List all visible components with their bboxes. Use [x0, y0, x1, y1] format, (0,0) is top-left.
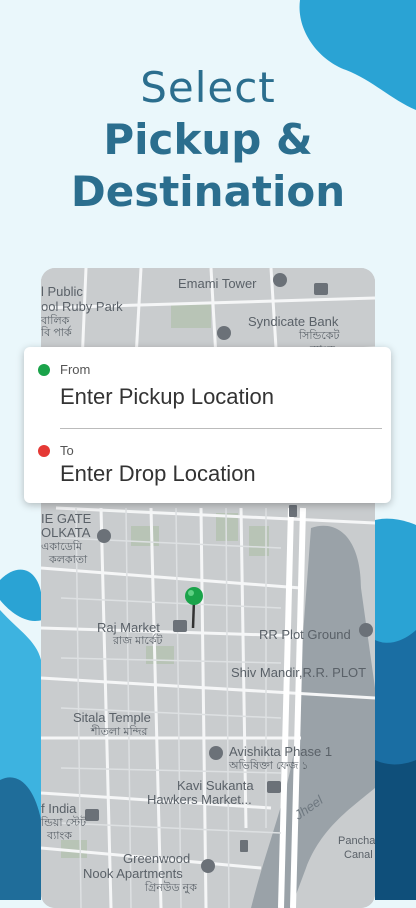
map-label-ruby-park: ool Ruby Park [41, 299, 123, 314]
map-label-greenwood-bn: গ্রিনউড নুক [145, 882, 197, 894]
map-label-raj-market: Raj Market [97, 620, 160, 635]
map-label-ruby-park-bn2: বি পার্ক [41, 327, 72, 339]
map-pin-icon[interactable] [184, 586, 204, 630]
location-card: From Enter Pickup Location To Enter Drop… [24, 347, 391, 503]
map-label-gate-1: IE GATE [41, 511, 92, 526]
map-label-raj-market-bn: রাজ মার্কেট [113, 635, 163, 647]
map-label-sitala-temple: Sitala Temple [73, 710, 151, 725]
drop-dot-icon [38, 445, 50, 457]
map-label-syndicate-bank-bn: সিন্ডিকেট [299, 330, 340, 342]
map-label-sitala-temple-bn: শীতলা মন্দির [91, 726, 148, 738]
map-label-india: f India [41, 801, 77, 816]
to-label: To [60, 443, 74, 458]
from-label: From [60, 362, 91, 377]
map-label-greenwood: Greenwood [123, 851, 191, 866]
headline: Select Pickup & Destination [0, 62, 416, 218]
map-label-public-school: l Public [41, 284, 83, 299]
map-label-avishikta-bn: অভিষিক্তা ফেজ ১ [229, 760, 309, 772]
pickup-dot-icon [38, 364, 50, 376]
headline-line3: Destination [70, 167, 346, 216]
headline-line2: Pickup & [103, 115, 313, 164]
map-label-shiv-mandir: Shiv Mandir,R.R. PLOT [231, 665, 367, 680]
map-label-hawkers-market: Hawkers Market... [147, 792, 252, 807]
map-label-rr-plot-ground: RR Plot Ground [259, 627, 351, 642]
map-label-nook-apartments: Nook Apartments [83, 866, 183, 881]
map-label-avishikta: Avishikta Phase 1 [229, 744, 333, 759]
map-label-syndicate-bank: Syndicate Bank [248, 314, 339, 329]
map-label-gate-bn2: কলকাতা [49, 554, 88, 566]
headline-line1: Select [140, 63, 276, 112]
map-label-panchanan: Panchanan [338, 835, 375, 847]
map-label-emami-tower: Emami Tower [178, 276, 257, 291]
card-divider [60, 428, 382, 429]
map-label-india-bn2: ব্যাংক [47, 830, 72, 842]
map-label-kavi-sukanta: Kavi Sukanta [177, 778, 254, 793]
pickup-location-input[interactable]: Enter Pickup Location [60, 384, 274, 410]
drop-location-input[interactable]: Enter Drop Location [60, 461, 256, 487]
map-label-gate-2: OLKATA [41, 525, 91, 540]
map-label-canal: Canal [344, 849, 373, 861]
